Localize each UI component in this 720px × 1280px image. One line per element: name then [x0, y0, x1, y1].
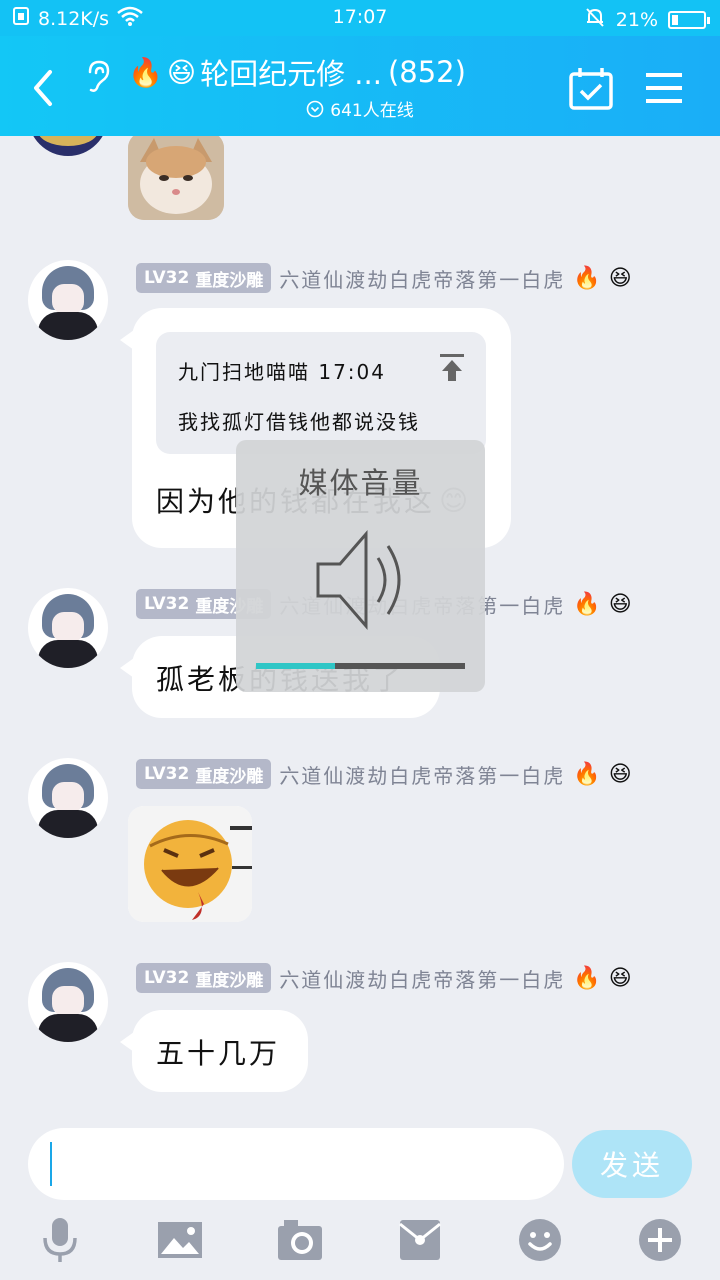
- laughing-badge: 😆: [608, 965, 632, 991]
- member-count: (852): [387, 55, 466, 89]
- red-packet-icon: [399, 1220, 441, 1260]
- level-text: LV32: [144, 268, 190, 288]
- level-title: 重度沙雕: [195, 270, 264, 291]
- cat-sticker[interactable]: [128, 136, 224, 220]
- volume-title: 媒体音量: [298, 466, 423, 500]
- mute-bell-icon: [584, 6, 606, 33]
- fire-badge: 🔥: [573, 761, 601, 787]
- sender-name[interactable]: 六道仙渡劫白虎帝落第一白虎: [279, 264, 565, 293]
- more-button[interactable]: [638, 1218, 682, 1262]
- laughing-emoji-sticker[interactable]: [128, 806, 252, 922]
- calendar-check-icon: [569, 68, 613, 110]
- laughing-badge: 😆: [608, 761, 632, 787]
- chat-header: 🔥 😆 轮回纪元修 ... (852) 641人在线: [0, 36, 720, 136]
- battery-text: 21%: [615, 8, 658, 31]
- level-badge: LV32 重度沙雕: [136, 759, 272, 789]
- message-bubble[interactable]: 五十几万: [120, 1010, 308, 1092]
- emoji-icon: [519, 1219, 561, 1261]
- camera-button[interactable]: [278, 1218, 322, 1262]
- status-bar: 8.12K/s 17:07 21%: [0, 0, 720, 36]
- fire-badge: 🔥: [573, 965, 601, 991]
- speaker-icon: [316, 529, 401, 631]
- laughing-badge: 😆: [608, 265, 632, 291]
- sender-name[interactable]: 六道仙渡劫白虎帝落第一白虎: [279, 964, 565, 993]
- plus-icon: [639, 1219, 681, 1261]
- volume-slider[interactable]: [256, 663, 465, 669]
- earpiece-mode-button[interactable]: [78, 56, 118, 96]
- level-badge: LV32 重度沙雕: [136, 963, 272, 993]
- menu-button[interactable]: [644, 70, 684, 106]
- laughing-badge: 😆: [608, 591, 632, 617]
- avatar[interactable]: [28, 588, 108, 668]
- send-button[interactable]: 发送: [572, 1130, 692, 1198]
- level-text: LV32: [144, 764, 190, 784]
- level-title: 重度沙雕: [195, 766, 264, 787]
- fire-emoji: 🔥: [128, 55, 163, 89]
- level-text: LV32: [144, 968, 190, 988]
- chevron-down-circle-icon: [306, 100, 324, 117]
- level-badge: LV32 重度沙雕: [136, 263, 272, 293]
- online-text: 641人在线: [330, 101, 414, 121]
- avatar[interactable]: [28, 962, 108, 1042]
- mic-icon: [43, 1218, 77, 1262]
- fire-badge: 🔥: [573, 265, 601, 291]
- image-icon: [158, 1222, 202, 1258]
- ear-icon: [88, 60, 110, 92]
- sender-meta: LV32 重度沙雕 六道仙渡劫白虎帝落第一白虎 🔥 😆: [136, 758, 632, 790]
- avatar[interactable]: [28, 136, 108, 156]
- battery-icon: [668, 10, 710, 29]
- avatar[interactable]: [28, 758, 108, 838]
- quote-text: 我找孤灯借钱他都说没钱: [178, 410, 420, 434]
- input-bar: 发送: [0, 1112, 720, 1280]
- jump-to-top-icon[interactable]: [438, 352, 466, 382]
- hamburger-icon: [646, 73, 682, 103]
- checkin-button[interactable]: [568, 66, 614, 110]
- sender-meta: LV32 重度沙雕 六道仙渡劫白虎帝落第一白虎 🔥 😆: [136, 262, 632, 294]
- message-input[interactable]: [28, 1128, 564, 1200]
- voice-button[interactable]: [38, 1218, 82, 1262]
- quote-author: 九门扫地喵喵 17:04: [178, 360, 386, 384]
- level-text: LV32: [144, 594, 190, 614]
- group-title[interactable]: 🔥 😆 轮回纪元修 ... (852): [128, 52, 466, 92]
- image-button[interactable]: [158, 1218, 202, 1262]
- sender-name[interactable]: 六道仙渡劫白虎帝落第一白虎: [279, 760, 565, 789]
- group-name: 轮回纪元修 ...: [200, 57, 382, 91]
- emoji-button[interactable]: [518, 1218, 562, 1262]
- quoted-message[interactable]: 九门扫地喵喵 17:04 我找孤灯借钱他都说没钱: [156, 332, 486, 454]
- laughing-emoji: 😆: [166, 55, 197, 89]
- sender-meta: LV32 重度沙雕 六道仙渡劫白虎帝落第一白虎 🔥 😆: [136, 962, 632, 994]
- camera-icon: [278, 1220, 322, 1260]
- text-cursor: [50, 1142, 52, 1186]
- media-volume-overlay: 媒体音量: [236, 440, 485, 692]
- avatar[interactable]: [28, 260, 108, 340]
- level-title: 重度沙雕: [195, 970, 264, 991]
- fire-badge: 🔥: [573, 591, 601, 617]
- red-packet-button[interactable]: [398, 1218, 442, 1262]
- message-text: 五十几万: [156, 1037, 281, 1070]
